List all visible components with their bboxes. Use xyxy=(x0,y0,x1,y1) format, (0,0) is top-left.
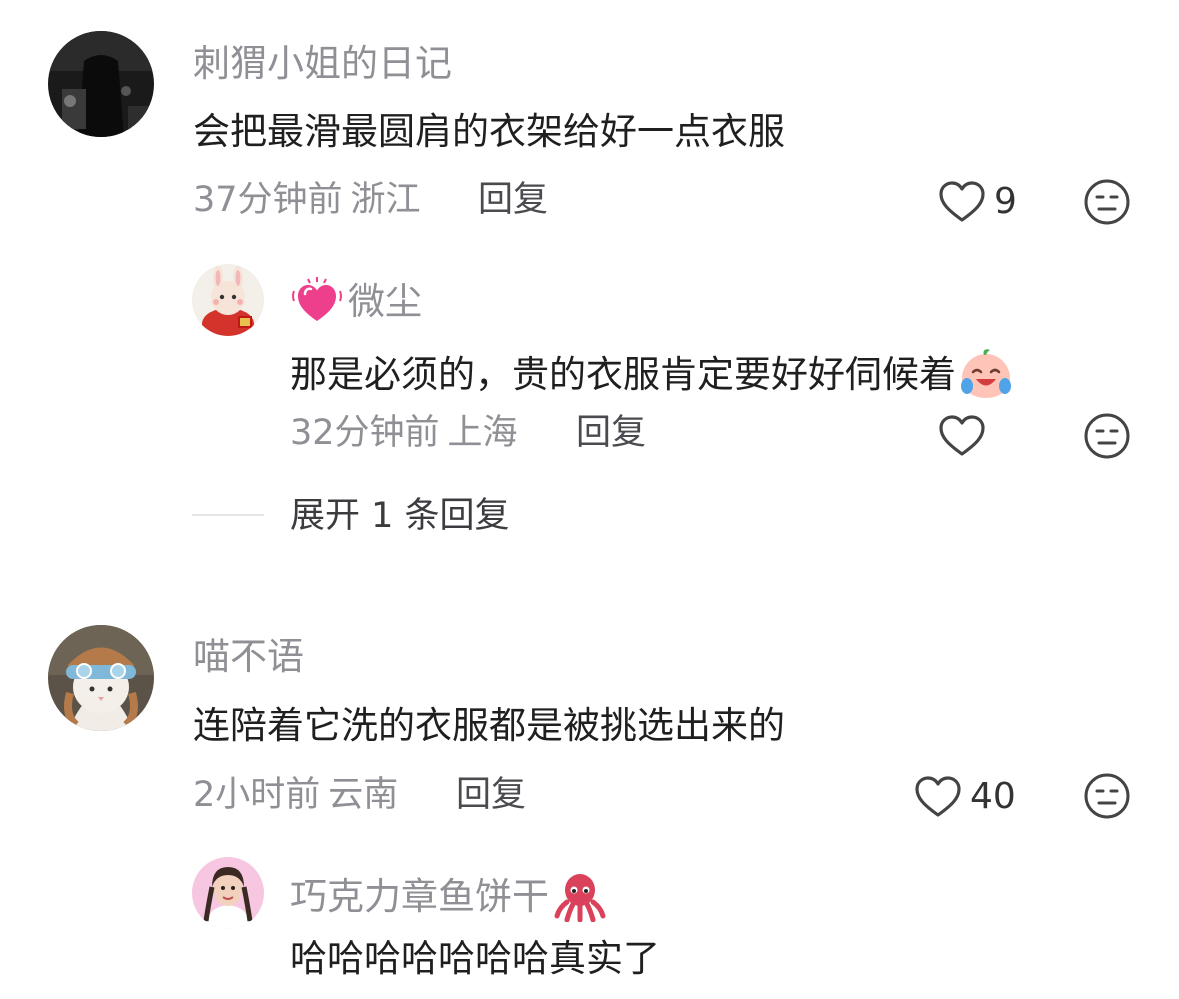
username[interactable]: 巧克力章鱼饼干 xyxy=(290,870,607,922)
username[interactable]: 刺猬小姐的日记 xyxy=(193,45,452,82)
avatar[interactable] xyxy=(192,264,264,336)
avatar[interactable] xyxy=(48,625,154,731)
timestamp: 32分钟前 xyxy=(290,413,440,453)
timestamp: 37分钟前 xyxy=(193,180,343,220)
dislike-icon[interactable] xyxy=(1083,178,1131,226)
avatar[interactable] xyxy=(192,857,264,929)
reply-text-body: 那是必须的，贵的衣服肯定要好好伺候着 xyxy=(290,352,956,396)
dislike-icon[interactable] xyxy=(1083,412,1131,460)
reply-text: 哈哈哈哈哈哈哈真实了 xyxy=(290,937,660,980)
location: 上海 xyxy=(447,413,518,453)
heart-icon xyxy=(915,776,961,817)
username[interactable]: 微尘 xyxy=(292,277,422,325)
location: 云南 xyxy=(328,775,399,815)
comment-text: 连陪着它洗的衣服都是被挑选出来的 xyxy=(193,704,785,747)
like-count: 40 xyxy=(970,776,1016,817)
reply-text: 那是必须的，贵的衣服肯定要好好伺候着 xyxy=(290,348,1014,400)
reply-button[interactable]: 回复 xyxy=(478,183,548,218)
sparkling-heart-emoji-icon xyxy=(292,277,342,321)
like-button[interactable]: 9 xyxy=(938,180,1017,224)
avatar-image xyxy=(48,625,154,731)
expand-replies-button[interactable]: 展开 1 条回复 xyxy=(290,499,510,534)
avatar-image xyxy=(192,857,264,929)
comment-text: 会把最滑最圆肩的衣架给好一点衣服 xyxy=(193,110,785,153)
reply-meta: 32分钟前 上海 xyxy=(290,416,518,451)
username-text: 微尘 xyxy=(348,279,422,323)
username[interactable]: 喵不语 xyxy=(193,638,304,675)
octopus-emoji-icon xyxy=(554,874,606,922)
reply-button[interactable]: 回复 xyxy=(456,778,526,813)
crying-laughing-emoji-icon xyxy=(961,349,1011,398)
reply-button[interactable]: 回复 xyxy=(576,416,646,451)
username-text: 巧克力章鱼饼干 xyxy=(290,874,549,918)
like-button[interactable] xyxy=(938,414,994,458)
avatar-image xyxy=(48,31,154,137)
avatar-image xyxy=(192,264,264,336)
location: 浙江 xyxy=(350,180,421,220)
expand-divider xyxy=(192,514,264,516)
avatar[interactable] xyxy=(48,31,154,137)
timestamp: 2小时前 xyxy=(193,775,321,815)
comment-meta: 2小时前 云南 xyxy=(193,778,398,813)
like-button[interactable]: 40 xyxy=(914,775,1016,819)
comment-meta: 37分钟前 浙江 xyxy=(193,183,421,218)
dislike-icon[interactable] xyxy=(1083,772,1131,820)
like-count: 9 xyxy=(994,181,1017,222)
heart-icon xyxy=(939,181,985,222)
heart-icon xyxy=(939,415,985,456)
